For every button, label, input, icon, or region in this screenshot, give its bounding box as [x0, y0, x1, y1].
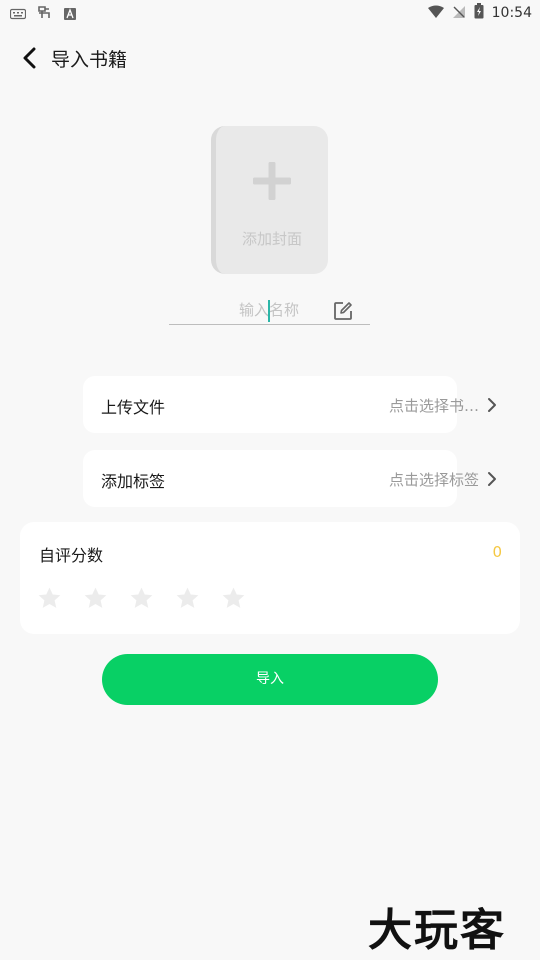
edit-icon[interactable] [333, 301, 353, 321]
star-icon[interactable] [175, 586, 200, 611]
status-bar-right: 10:54 [427, 3, 532, 23]
back-button[interactable] [16, 44, 44, 72]
star-icon[interactable] [83, 586, 108, 611]
watermark-logo: 大玩客 [368, 905, 506, 956]
plus-icon [253, 162, 291, 200]
add-tag-row[interactable]: 添加标签 点击选择标签 [83, 450, 496, 507]
upload-file-label: 上传文件 [101, 398, 166, 417]
add-cover-button[interactable]: 添加封面 [211, 126, 328, 274]
no-signal-icon [452, 4, 466, 23]
star-icon[interactable] [221, 586, 246, 611]
battery-charging-icon [474, 3, 484, 23]
rating-score: 0 [492, 543, 502, 561]
rating-title: 自评分数 [39, 546, 104, 565]
import-book-screen: 10:54 导入书籍 添加封面 上传文件 点击选择书… 添加标签 点击选择标签 [0, 0, 540, 960]
chevron-left-icon [23, 47, 36, 69]
status-bar-left [9, 4, 76, 24]
upload-file-row[interactable]: 上传文件 点击选择书… [83, 376, 496, 433]
wifi-icon [427, 4, 444, 23]
star-icon[interactable] [129, 586, 154, 611]
star-rating [37, 586, 246, 611]
bug-icon [36, 4, 54, 24]
add-cover-label: 添加封面 [241, 230, 302, 248]
add-tag-value: 点击选择标签 [388, 471, 479, 489]
a-badge-icon [64, 5, 76, 24]
status-bar: 10:54 [0, 0, 540, 24]
text-cursor [268, 300, 270, 322]
add-tag-label: 添加标签 [101, 472, 166, 491]
book-name-input[interactable] [169, 296, 329, 324]
chevron-right-icon [488, 472, 496, 486]
chevron-right-icon [488, 398, 496, 412]
star-icon[interactable] [37, 586, 62, 611]
app-header: 导入书籍 [0, 34, 540, 80]
keyboard-icon [9, 5, 27, 24]
self-rating-card: 自评分数 0 [20, 522, 520, 634]
page-title: 导入书籍 [51, 49, 128, 71]
import-button[interactable]: 导入 [102, 654, 438, 705]
status-time: 10:54 [491, 5, 532, 21]
upload-file-value: 点击选择书… [388, 397, 479, 415]
